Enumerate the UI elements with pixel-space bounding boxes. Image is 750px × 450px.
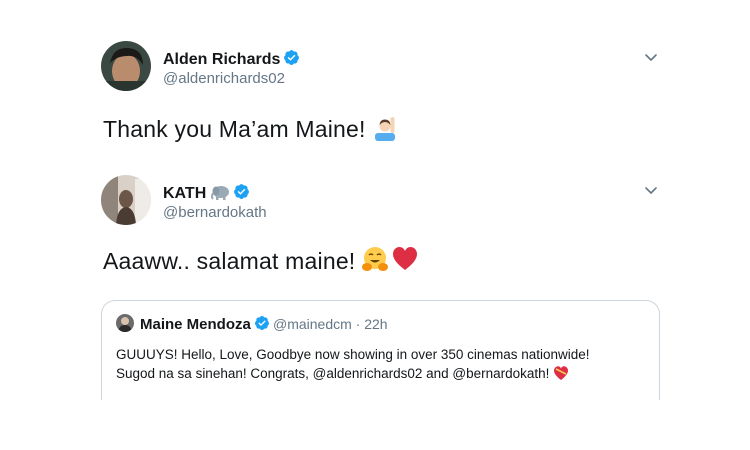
quoted-handle-and-time[interactable]: @mainedcm · 22h (273, 316, 388, 332)
verified-badge-icon (254, 316, 269, 330)
hugging-face-emoji (362, 247, 389, 271)
red-heart-emoji (393, 247, 418, 270)
handle[interactable]: @bernardokath (163, 204, 267, 221)
chevron-down-icon[interactable] (642, 181, 660, 199)
quoted-text-line-1: GUUUYS! Hello, Love, Goodbye now showing… (116, 347, 590, 362)
display-name[interactable]: KATH (163, 183, 250, 203)
quoted-tweet-card[interactable]: Maine Mendoza @mainedcm · 22h GUUUYS! He… (101, 300, 660, 400)
verified-badge-icon (234, 184, 250, 199)
elephant-emoji (211, 186, 230, 200)
tweet-kath: KATH @bernardokath Aaaww.. salamat maine… (0, 0, 750, 300)
heart-with-ribbon-emoji (554, 366, 569, 380)
quoted-text-line-2-content: Sugod na sa sinehan! Congrats, @aldenric… (116, 366, 550, 381)
tweet-text: Aaaww.. salamat maine! (103, 245, 419, 275)
quoted-display-name[interactable]: Maine Mendoza (140, 315, 270, 333)
avatar[interactable] (101, 175, 151, 225)
display-name-text[interactable]: KATH (163, 185, 206, 202)
quoted-tweet-text: GUUUYS! Hello, Love, Goodbye now showing… (116, 345, 651, 383)
quoted-display-name-text[interactable]: Maine Mendoza (140, 316, 251, 333)
tweet-text-content: Aaaww.. salamat maine! (103, 248, 356, 274)
avatar[interactable] (116, 314, 134, 332)
quoted-text-line-2: Sugod na sa sinehan! Congrats, @aldenric… (116, 364, 651, 383)
